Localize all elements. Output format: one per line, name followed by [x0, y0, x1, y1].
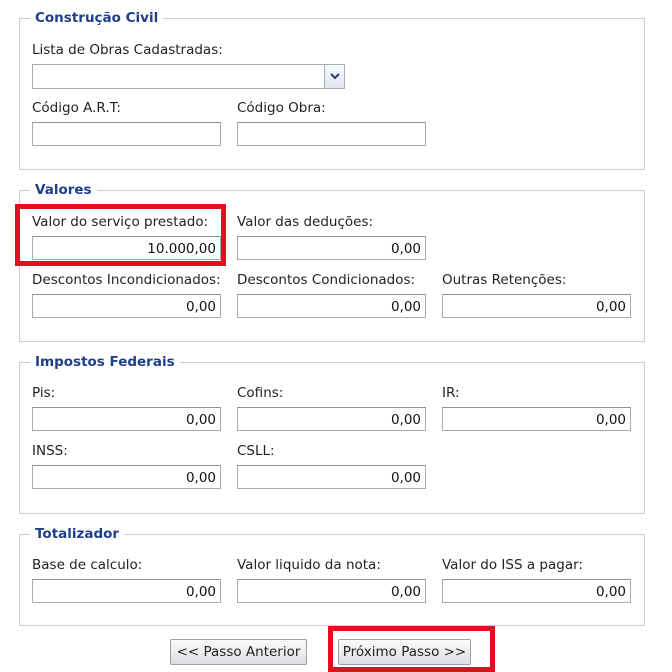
valor-iss-label: Valor do ISS a pagar: [442, 557, 583, 573]
impostos-federais-legend: Impostos Federais [30, 354, 180, 370]
codigo-art-input[interactable] [32, 122, 221, 146]
ir-label: IR: [442, 385, 460, 401]
pis-input[interactable]: 0,00 [32, 407, 221, 431]
descontos-condicionados-label: Descontos Condicionados: [237, 272, 416, 288]
outras-retencoes-label: Outras Retenções: [442, 272, 567, 288]
base-calculo-input[interactable]: 0,00 [32, 579, 221, 603]
totalizador-legend: Totalizador [30, 526, 125, 542]
lista-obras-label: Lista de Obras Cadastradas: [32, 42, 223, 58]
codigo-obra-label: Código Obra: [237, 100, 326, 116]
lista-obras-select[interactable] [32, 64, 345, 89]
csll-label: CSLL: [237, 443, 275, 459]
pis-label: Pis: [32, 385, 56, 401]
proximo-passo-highlight [328, 626, 495, 672]
valor-liquido-label: Valor liquido da nota: [237, 557, 381, 573]
construcao-civil-legend: Construção Civil [30, 10, 164, 26]
passo-anterior-button[interactable]: << Passo Anterior [170, 639, 307, 665]
cofins-input[interactable]: 0,00 [237, 407, 426, 431]
construcao-civil-fieldset: Construção Civil [19, 10, 645, 170]
ir-input[interactable]: 0,00 [442, 407, 631, 431]
descontos-incondicionados-input[interactable]: 0,00 [32, 294, 221, 318]
impostos-federais-fieldset: Impostos Federais [19, 354, 645, 514]
csll-input[interactable]: 0,00 [237, 465, 426, 489]
valor-deducoes-label: Valor das deduções: [237, 214, 374, 230]
valores-legend: Valores [30, 182, 97, 198]
inss-input[interactable]: 0,00 [32, 465, 221, 489]
chevron-down-icon [330, 73, 340, 80]
valor-deducoes-input[interactable]: 0,00 [237, 236, 426, 260]
descontos-condicionados-input[interactable]: 0,00 [237, 294, 426, 318]
base-calculo-label: Base de calculo: [32, 557, 143, 573]
codigo-obra-input[interactable] [237, 122, 426, 146]
outras-retencoes-input[interactable]: 0,00 [442, 294, 631, 318]
inss-label: INSS: [32, 443, 68, 459]
descontos-incondicionados-label: Descontos Incondicionados: [32, 272, 221, 288]
dropdown-arrow-button[interactable] [324, 65, 344, 88]
codigo-art-label: Código A.R.T: [32, 100, 121, 116]
valor-iss-input[interactable]: 0,00 [442, 579, 631, 603]
valor-servico-highlight [15, 204, 226, 266]
cofins-label: Cofins: [237, 385, 284, 401]
valor-liquido-input[interactable]: 0,00 [237, 579, 426, 603]
